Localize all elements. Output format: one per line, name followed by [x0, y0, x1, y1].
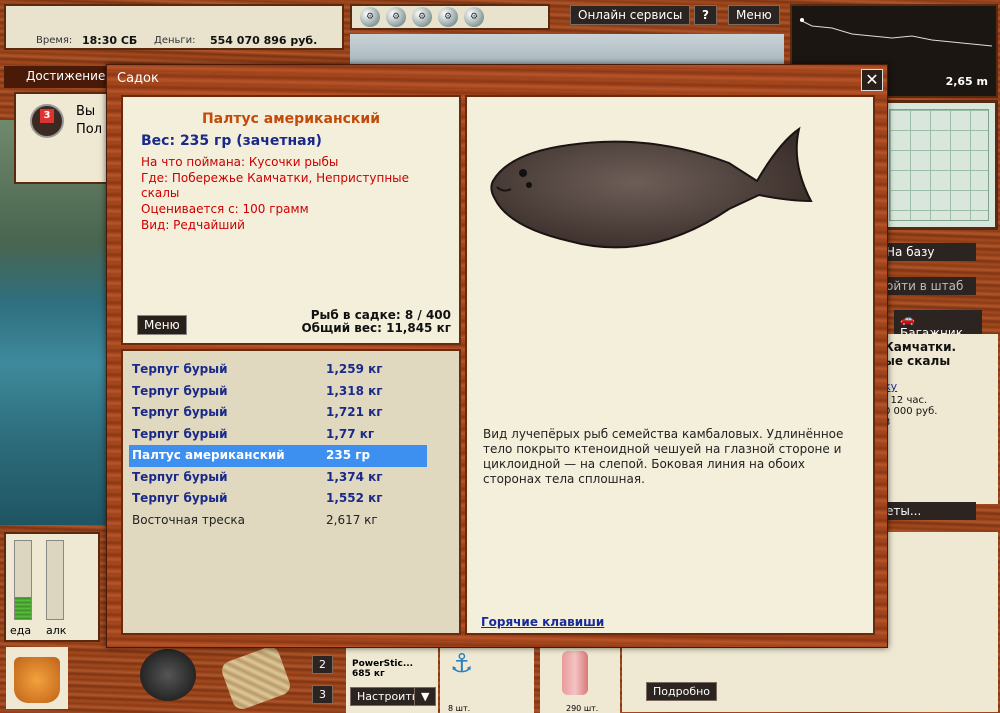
caught-on: На что поймана: Кусочки рыбы	[141, 155, 339, 169]
help-button[interactable]: ?	[694, 5, 717, 25]
list-item-name: Терпуг бурый	[132, 426, 228, 441]
lure-icon: ⚓	[450, 649, 474, 679]
achievement-text: Пол	[76, 122, 103, 137]
bait-bucket-slot[interactable]	[6, 647, 68, 709]
fish-list: Терпуг бурый 1,259 кг Терпуг бурый 1,318 к…	[121, 349, 461, 635]
food-bar	[14, 540, 32, 620]
time-value: 18:30 СБ	[82, 34, 138, 47]
fish-description: Вид лучепёрых рыб семейства камбаловых. …	[483, 427, 844, 486]
close-button[interactable]: ✕	[861, 69, 883, 91]
lure-icon[interactable]: ⚙	[464, 7, 484, 27]
list-item-name: Терпуг бурый	[132, 383, 228, 398]
keepnet-icon[interactable]	[219, 644, 293, 712]
rarity: Вид: Редчайший	[141, 218, 245, 232]
rod-name: PowerStic...	[352, 659, 414, 669]
location-info: Камчатки. ые скалы ку : 12 час. 0 000 ру…	[880, 334, 998, 504]
total-weight: Общий вес: 11,845 кг	[301, 321, 451, 335]
list-item-name: Терпуг бурый	[132, 405, 228, 419]
slot-3-button[interactable]: 3	[312, 685, 333, 704]
list-item[interactable]: Терпуг бурый 1,77 кг	[129, 424, 427, 446]
list-item-name: Восточная треска	[132, 512, 246, 527]
halibut-image	[490, 126, 813, 249]
list-item-weight: 1,721 кг	[326, 405, 383, 419]
list-item-weight: 1,259 кг	[326, 362, 383, 376]
fish-weight: Вес: 235 гр (зачетная)	[141, 133, 322, 149]
bucket-icon	[14, 657, 60, 703]
sky-view	[350, 34, 784, 64]
car-icon: 🚗	[900, 312, 915, 326]
fish-name: Палтус американский	[201, 111, 381, 127]
dropdown-button[interactable]: ▼	[414, 687, 437, 706]
list-item-name: Палтус американский	[132, 448, 285, 462]
achievements-panel: 3 Вы Пол	[14, 92, 112, 184]
list-item[interactable]: Терпуг бурый 1,318 кг	[129, 381, 427, 403]
time-label: Время:	[36, 35, 73, 46]
achievement-text: Вы	[76, 104, 96, 119]
online-services-button[interactable]: Онлайн сервисы	[570, 5, 691, 25]
info-line: 3	[884, 417, 994, 428]
location-line: Камчатки.	[884, 340, 957, 354]
achievements-bar[interactable]: Достижение	[4, 66, 112, 88]
bait-icon	[562, 651, 588, 695]
food-label: еда	[10, 624, 32, 637]
list-item[interactable]: Терпуг бурый 1,552 кг	[129, 488, 427, 510]
rod-load: 685 кг	[352, 669, 385, 679]
money-value: 554 070 896 руб.	[210, 34, 318, 47]
bait-qty: 290 шт.	[566, 704, 599, 713]
alcohol-label: алк	[46, 624, 67, 637]
slot-2-button[interactable]: 2	[312, 655, 333, 674]
catch-location: Где: Побережье Камчатки, Неприступные ск…	[141, 171, 410, 200]
list-item-weight: 2,617 кг	[326, 512, 378, 527]
pot-icon[interactable]	[140, 649, 196, 701]
list-item-weight: 1,552 кг	[326, 491, 383, 505]
list-item-name: Терпуг бурый	[132, 469, 228, 484]
list-item-weight: 1,318 кг	[326, 383, 383, 398]
hook-slot[interactable]: ⚓ 8 шт.	[440, 645, 534, 713]
fish-menu-button[interactable]: Меню	[137, 315, 187, 335]
bait-slot[interactable]: 290 шт.	[540, 645, 620, 713]
list-item[interactable]: Терпуг бурый 1,259 кг	[129, 359, 427, 381]
min-weight: Оценивается с: 100 грамм	[141, 202, 309, 216]
list-item-weight: 235 гр	[326, 448, 371, 462]
menu-button[interactable]: Меню	[728, 5, 780, 25]
info-line: 0 000 руб.	[884, 406, 938, 417]
hook-qty: 8 шт.	[448, 704, 471, 713]
list-item[interactable]: Терпуг бурый 1,721 кг	[129, 402, 427, 424]
details-button[interactable]: Подробно	[646, 682, 718, 701]
lure-icon[interactable]: ⚙	[360, 7, 380, 27]
lure-icon[interactable]: ⚙	[438, 7, 458, 27]
location-line: ые скалы	[884, 354, 951, 368]
lures-strip: ⚙ ⚙ ⚙ ⚙ ⚙	[350, 4, 550, 30]
to-hq-button[interactable]: ойти в штаб	[880, 277, 976, 295]
location-link[interactable]: ку	[884, 380, 994, 393]
status-panel: Время: 18:30 СБ Деньги: 554 070 896 руб.	[4, 4, 344, 50]
dialog-title: Садок	[117, 71, 159, 86]
needs-panel: еда алк	[4, 532, 100, 642]
area-map[interactable]	[880, 100, 998, 230]
list-item-selected[interactable]: Палтус американский 235 гр	[129, 445, 427, 467]
lure-icon[interactable]: ⚙	[412, 7, 432, 27]
list-item[interactable]: Терпуг бурый 1,374 кг	[129, 467, 427, 489]
list-item-name: Терпуг бурый	[132, 491, 228, 505]
achievement-badge: 3	[40, 109, 54, 123]
to-base-button[interactable]: На базу	[880, 243, 976, 261]
list-item-weight: 1,77 кг	[326, 426, 375, 441]
info-line: : 12 час.	[884, 395, 928, 406]
fish-info-panel: Палтус американский Вес: 235 гр (зачетна…	[121, 95, 461, 345]
keepnet-summary: Рыб в садке: 8 / 400 Общий вес: 11,845 к…	[301, 309, 451, 335]
fish-detail-panel: Вид лучепёрых рыб семейства камбаловых. …	[465, 95, 875, 635]
keepnet-dialog: Садок ✕ Палтус американский Вес: 235 гр …	[106, 64, 888, 648]
alcohol-bar	[46, 540, 64, 620]
money-label: Деньги:	[154, 35, 196, 46]
list-item-name: Терпуг бурый	[132, 362, 228, 376]
list-item-weight: 1,374 кг	[326, 469, 383, 484]
depth-value: 2,65 m	[945, 75, 988, 88]
achievement-icon: 3	[30, 104, 64, 138]
bottom-bar: 2 3 PowerStic... 685 кг Настроить ▼ ⚓ 8 …	[0, 644, 622, 713]
reports-button[interactable]: еты...	[880, 502, 976, 520]
list-item[interactable]: Восточная треска 2,617 кг	[129, 510, 427, 532]
lure-icon[interactable]: ⚙	[386, 7, 406, 27]
hotkeys-link[interactable]: Горячие клавиши	[481, 615, 604, 629]
